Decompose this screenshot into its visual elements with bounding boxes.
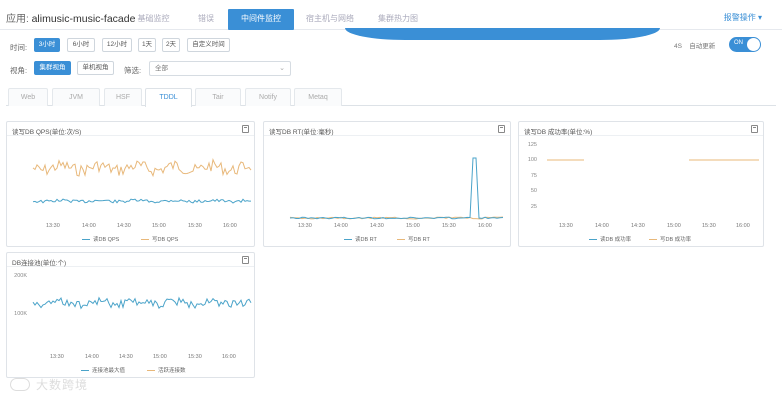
tab-cluster-heatmap[interactable]: 集群热力图 [370,9,426,29]
toggle-text: ON [734,40,743,46]
legend-write-success[interactable]: 写DB 成功率 [649,235,691,243]
subtab-web[interactable]: Web [8,88,48,106]
subtab-hsf[interactable]: HSF [104,88,142,106]
subtab-tddl[interactable]: TDDL [145,88,192,107]
subtab-notify[interactable]: Notify [245,88,291,106]
filter-select[interactable]: 全部 ⌄ [149,61,291,76]
filter-label: 筛选: [124,66,142,75]
time-12h-button[interactable]: 12小时 [102,38,132,52]
app-name[interactable]: alimusic-music-facade [32,13,136,25]
x-tick: 13:30 [298,223,312,229]
tab-middleware-monitor[interactable]: 中间件监控 [228,9,294,30]
time-3h-button[interactable]: 3小时 [34,38,60,52]
x-tick: 13:30 [46,223,60,229]
x-tick: 14:00 [85,354,99,360]
x-tick: 14:30 [370,223,384,229]
x-tick: 14:30 [631,223,645,229]
x-tick: 13:30 [559,223,573,229]
single-host-view-button[interactable]: 单机视角 [77,61,114,75]
read-qps-line [32,198,251,204]
watermark-text: 大数跨境 [36,378,89,392]
alarm-menu[interactable]: 报警操作 ▾ [724,12,762,23]
view-label: 视角: [10,66,28,75]
success-rate-chart [547,159,759,161]
legend-read-success[interactable]: 读DB 成功率 [589,235,631,243]
toggle-knob [747,38,760,51]
tab-basic-monitor[interactable]: 基础监控 [131,9,176,29]
x-tick: 14:30 [117,223,131,229]
x-tick: 15:30 [188,354,202,360]
watermark-logo-icon [10,378,30,391]
app-label: 应用: [6,14,29,25]
subtab-tair[interactable]: Tair [195,88,241,106]
legend-pool-max[interactable]: 连接池最大值 [81,366,125,374]
subtab-jvm[interactable]: JVM [52,88,100,106]
time-2d-button[interactable]: 2天 [162,38,180,52]
read-rt-line [289,157,504,220]
panel-db-success-rate: 读写DB 成功率(单位:%) 125 100 75 50 25 13:30 14… [518,121,764,247]
time-6h-button[interactable]: 6小时 [67,38,95,52]
panel-db-connection-pool: DB连接池(单位:个) 200K 100K 13:30 14:00 14:30 … [6,252,255,378]
x-tick: 15:30 [442,223,456,229]
time-label: 时间: [10,43,28,52]
top-bar: 应用: alimusic-music-facade 基础监控 错误 中间件监控 … [0,0,782,30]
cluster-view-button[interactable]: 集群视角 [34,61,71,75]
x-tick: 14:00 [334,223,348,229]
x-tick: 16:00 [736,223,750,229]
x-tick: 15:30 [702,223,716,229]
legend-read-rt[interactable]: 读DB RT [344,235,377,243]
qps-chart [32,157,252,204]
x-tick: 14:30 [119,354,133,360]
legend-write-rt[interactable]: 写DB RT [397,235,430,243]
panel-db-qps: 读写DB QPS(单位:次/S) 13:30 14:00 14:30 15:00… [6,121,255,247]
x-tick: 14:00 [82,223,96,229]
time-1d-button[interactable]: 1天 [138,38,156,52]
legend-active-conn[interactable]: 活跃连接数 [147,366,186,374]
refresh-interval: 4S [674,43,682,50]
tab-host-network[interactable]: 宿主机与网络 [298,9,362,29]
auto-refresh-toggle[interactable]: ON [729,37,761,52]
subtab-metaq[interactable]: Metaq [294,88,342,106]
x-tick: 16:00 [478,223,492,229]
header-decoration [345,28,660,40]
write-qps-line [32,157,252,178]
tab-errors[interactable]: 错误 [186,9,226,29]
x-tick: 16:00 [223,223,237,229]
auto-refresh: 4S 自动更新 [674,40,715,50]
legend-read-qps[interactable]: 读DB QPS [82,235,119,243]
x-tick: 15:00 [153,354,167,360]
pool-max-line [32,296,252,310]
x-tick: 15:00 [152,223,166,229]
panel-db-rt: 读写DB RT(单位:毫秒) 13:30 14:00 14:30 15:00 1… [263,121,511,247]
x-tick: 13:30 [50,354,64,360]
custom-time-button[interactable]: 自定义时间 [187,38,230,52]
x-tick: 15:30 [188,223,202,229]
x-tick: 15:00 [406,223,420,229]
chevron-down-icon: ⌄ [279,65,285,72]
filter-value: 全部 [155,65,168,72]
x-tick: 16:00 [222,354,236,360]
middleware-subtabs: Web JVM HSF TDDL Tair Notify Metaq [6,88,776,107]
legend-write-qps[interactable]: 写DB QPS [141,235,178,243]
x-tick: 15:00 [667,223,681,229]
connection-pool-chart [32,296,252,310]
x-tick: 14:00 [595,223,609,229]
app-selector[interactable]: 应用: alimusic-music-facade [6,10,135,25]
rt-chart [289,157,504,220]
auto-refresh-label: 自动更新 [689,43,716,50]
